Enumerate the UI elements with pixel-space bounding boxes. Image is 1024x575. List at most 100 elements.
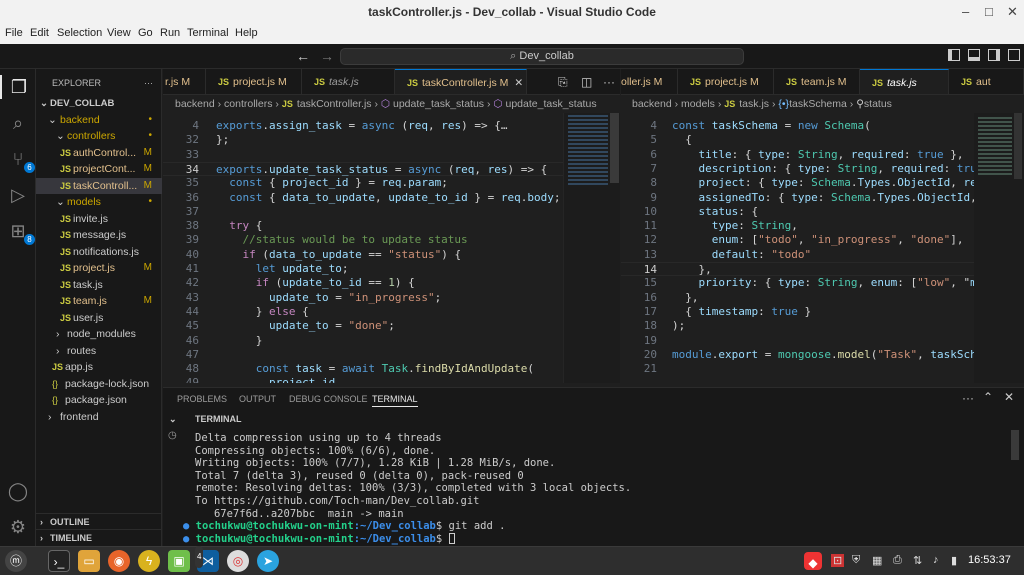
tree-item-team[interactable]: JS team.js M (36, 293, 162, 309)
close-panel-icon[interactable]: ✕ (1004, 390, 1014, 404)
toggle-sidebar-icon[interactable] (948, 49, 960, 61)
more-actions-icon[interactable]: ··· (603, 75, 615, 89)
code-line[interactable]: 19 (621, 334, 974, 348)
code-line[interactable]: 35 const { project_id } = req.param; (163, 176, 563, 190)
maximize-button[interactable]: □ (985, 0, 993, 24)
update-shield-icon[interactable]: ⛨ (852, 554, 860, 567)
split-editor-icon[interactable]: ◫ (581, 75, 592, 89)
crumb-function[interactable]: update_task_status (393, 98, 484, 110)
tree-item-authcontroller[interactable]: JS authControl... M (36, 145, 162, 161)
menu-edit[interactable]: Edit (30, 27, 49, 39)
printer-icon[interactable]: ⎙ (893, 554, 902, 567)
extensions-icon[interactable]: ⊞ 8 (6, 219, 35, 245)
code-line[interactable]: 21 (621, 362, 974, 376)
clipboard-icon[interactable]: ▦ (872, 554, 882, 567)
search-input[interactable]: ⌕ Dev_collab (340, 48, 744, 65)
anydesk-icon[interactable]: ◆ (804, 552, 822, 570)
tree-item-invite[interactable]: JS invite.js (36, 211, 162, 227)
terminal-prompt-line[interactable]: ● tochukwu@tochukwu-on-mint:~/Dev_collab… (183, 533, 455, 546)
tab-right-project[interactable]: JS project.js M (678, 69, 774, 94)
menu-run[interactable]: Run (160, 27, 180, 39)
back-arrow-icon[interactable]: ← (296, 48, 310, 64)
code-line[interactable]: 45 update_to = "done"; (163, 319, 563, 333)
code-line[interactable]: 7 description: { type: String, required:… (621, 162, 974, 176)
run-debug-icon[interactable]: ▷ (6, 183, 30, 207)
code-line[interactable]: 4 exports.assign_task = async (req, res) … (163, 119, 563, 133)
start-menu-icon[interactable]: ⓜ (5, 550, 27, 572)
battery-icon[interactable]: ▮ (951, 554, 957, 567)
timeline-section[interactable]: › TIMELINE (36, 529, 162, 545)
crumb-backend[interactable]: backend (175, 98, 215, 110)
terminal-app-icon[interactable]: ›_ (48, 550, 70, 572)
crumb-controllers[interactable]: controllers (224, 98, 272, 110)
explorer-icon[interactable]: ❐ (0, 75, 36, 99)
tab-right-auth[interactable]: JS aut (949, 69, 1024, 94)
tree-item-projectcontroller[interactable]: JS projectCont... M (36, 161, 162, 177)
code-line[interactable]: 8 project: { type: Schema.Types.ObjectId… (621, 176, 974, 190)
panel-more-icon[interactable]: ··· (962, 391, 974, 405)
tab-project[interactable]: JS project.js M (206, 69, 302, 94)
code-line[interactable]: 6 title: { type: String, required: true … (621, 148, 974, 162)
tree-item-package-lock[interactable]: {} package-lock.json (36, 376, 162, 392)
clock[interactable]: 16:53:37 (968, 554, 1011, 566)
terminal-history-icon[interactable]: ◷ (168, 430, 177, 441)
code-line[interactable]: 43 update_to = "in_progress"; (163, 291, 563, 305)
code-line[interactable]: 15 priority: { type: String, enum: ["low… (621, 276, 974, 290)
code-line[interactable]: 41 let update_to; (163, 262, 563, 276)
tree-item-package[interactable]: {} package.json (36, 392, 162, 408)
crumb-right-backend[interactable]: backend (632, 98, 672, 110)
tab-right-team[interactable]: JS team.js M (774, 69, 860, 94)
menu-view[interactable]: View (107, 27, 131, 39)
tree-item-routes[interactable]: › routes (36, 343, 162, 359)
software-manager-icon[interactable]: ▣ (168, 550, 190, 572)
chrome-icon[interactable]: ◎ (227, 550, 249, 572)
tab-authcontroller[interactable]: r.js M (163, 69, 206, 94)
tree-item-models[interactable]: ⌄ models • (36, 194, 162, 210)
tab-right-task[interactable]: JS task.js (860, 69, 949, 94)
left-code-editor[interactable]: 4 exports.assign_task = async (req, res) … (163, 113, 563, 383)
right-minimap[interactable] (974, 113, 1024, 383)
tab-output[interactable]: OUTPUT (239, 394, 276, 404)
network-icon[interactable]: ⇅ (913, 554, 922, 567)
code-line[interactable]: 12 enum: ["todo", "in_progress", "done"]… (621, 233, 974, 247)
explorer-root[interactable]: ⌄ DEV_COLLAB (36, 96, 162, 112)
code-line[interactable]: 38 try { (163, 219, 563, 233)
tree-item-task[interactable]: JS task.js (36, 277, 162, 293)
tree-item-controllers[interactable]: ⌄ controllers • (36, 128, 162, 144)
tree-item-notifications[interactable]: JS notifications.js (36, 244, 162, 260)
tab-terminal[interactable]: TERMINAL (372, 394, 418, 407)
code-line[interactable]: 48 const task = await Task.findByIdAndUp… (163, 362, 563, 376)
terminal-scrollbar[interactable] (1011, 430, 1019, 460)
code-line[interactable]: 14 }, (621, 262, 974, 277)
tree-item-app[interactable]: JS app.js (36, 359, 162, 375)
code-line[interactable]: 11 type: String, (621, 219, 974, 233)
code-line[interactable]: 9 assignedTo: { type: Schema.Types.Objec… (621, 191, 974, 205)
code-line[interactable]: 5 { (621, 133, 974, 147)
terminal-section-header[interactable]: ⌄ TERMINAL (163, 411, 1024, 427)
crumb-right-models[interactable]: models (681, 98, 715, 110)
tab-debug-console[interactable]: DEBUG CONSOLE (289, 394, 368, 404)
outline-section[interactable]: › OUTLINE (36, 513, 162, 529)
code-line[interactable]: 17 { timestamp: true } (621, 305, 974, 319)
crumb-right-file[interactable]: task.js (739, 98, 769, 110)
menu-go[interactable]: Go (138, 27, 153, 39)
code-line[interactable]: 40 if (data_to_update == "status") { (163, 248, 563, 262)
tree-item-message[interactable]: JS message.js (36, 227, 162, 243)
tree-item-project[interactable]: JS project.js M (36, 260, 162, 276)
code-line[interactable]: 47 (163, 348, 563, 362)
search-icon[interactable]: ⌕ (6, 111, 30, 135)
right-code-editor[interactable]: 4 const taskSchema = new Schema(5 {6 titl… (621, 113, 974, 383)
source-control-icon[interactable]: ⑂ 6 (6, 147, 35, 173)
telegram-icon[interactable]: ➤ (257, 550, 279, 572)
tab-taskcontroller[interactable]: JS taskController.js M ✕ (395, 69, 527, 94)
code-line[interactable]: 39 //status would be to update status (163, 233, 563, 247)
code-line[interactable]: 10 status: { (621, 205, 974, 219)
tree-item-user[interactable]: JS user.js (36, 310, 162, 326)
code-line[interactable]: 18); (621, 319, 974, 333)
crumb-file[interactable]: taskController.js (297, 98, 372, 110)
close-tab-icon[interactable]: ✕ (514, 77, 523, 89)
toggle-secondary-sidebar-icon[interactable] (988, 49, 1000, 61)
code-line[interactable]: 44 } else { (163, 305, 563, 319)
forward-arrow-icon[interactable]: → (320, 48, 334, 64)
vscode-taskbar-icon[interactable]: ⋊ 4 (195, 546, 219, 572)
